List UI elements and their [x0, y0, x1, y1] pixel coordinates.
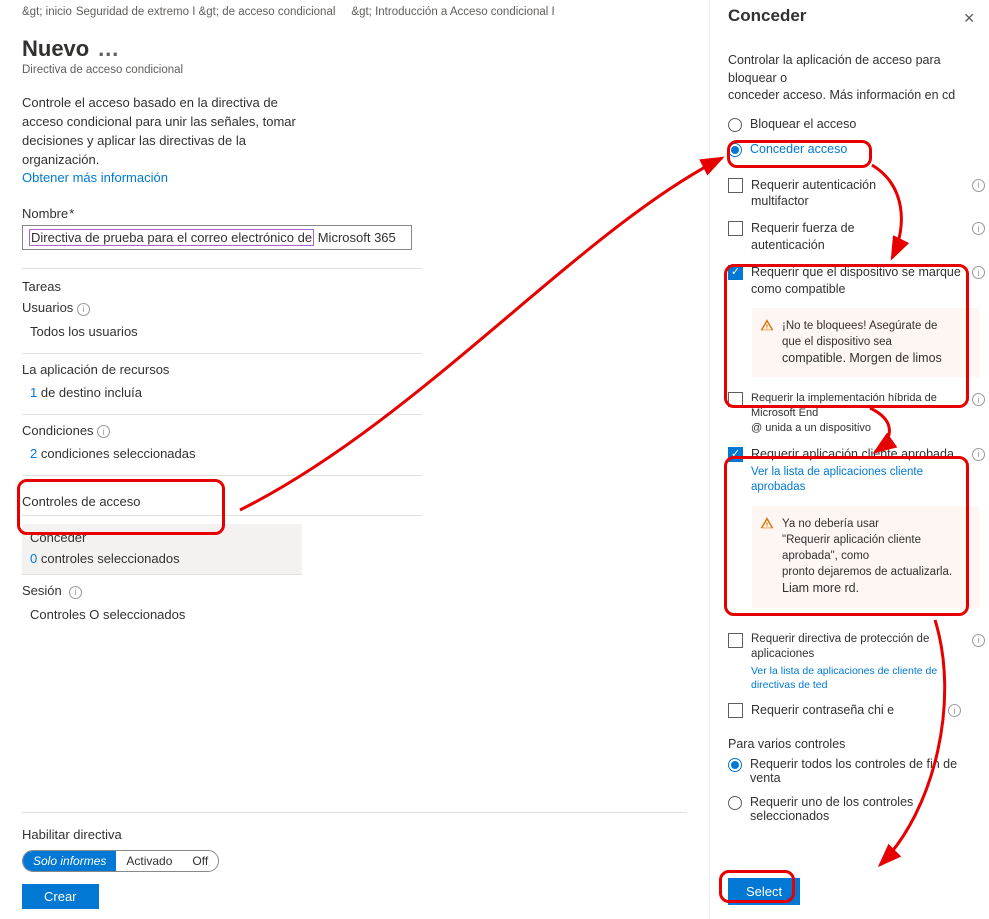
session-value[interactable]: Controles O seleccionados [22, 601, 687, 628]
breadcrumb-intro[interactable]: &gt; Introducción a Acceso condicional I [339, 6, 554, 18]
check-approved-client-app[interactable]: Requerir aplicación cliente aprobada Ver… [728, 446, 979, 496]
info-icon[interactable]: i [972, 222, 985, 235]
name-label: Nombre [22, 206, 687, 221]
info-icon[interactable]: i [972, 179, 985, 192]
info-icon[interactable]: i [97, 425, 110, 438]
check-mfa[interactable]: Requerir autenticaciónmultifactor i [728, 177, 979, 211]
multi-controls-label: Para varios controles [728, 737, 979, 751]
page-subtitle: Directiva de acceso condicional [22, 64, 687, 76]
grant-panel: ✕ Conceder Controlar la aplicación de ac… [709, 0, 989, 919]
toggle-on[interactable]: Activado [116, 851, 182, 871]
check-app-protection[interactable]: Requerir directiva de protección de apli… [728, 632, 979, 692]
info-icon[interactable]: i [77, 303, 90, 316]
select-button[interactable]: Select [728, 878, 800, 905]
info-icon[interactable]: i [69, 586, 82, 599]
info-icon[interactable]: i [972, 448, 985, 461]
radio-grant-access[interactable]: Conceder acceso [728, 142, 979, 157]
toggle-off[interactable]: Off [182, 851, 218, 871]
info-icon[interactable]: i [972, 634, 985, 647]
apps-value[interactable]: 1 de destino incluía [22, 379, 687, 406]
create-button[interactable]: Crear [22, 884, 99, 909]
radio-icon[interactable] [728, 758, 742, 772]
warning-approved-app: Ya no debería usar "Requerir aplicación … [752, 506, 979, 608]
conditions-label[interactable]: Condiciones i [22, 423, 687, 439]
info-icon[interactable]: i [972, 393, 985, 406]
grant-panel-title: Conceder [728, 6, 979, 26]
approved-apps-link[interactable]: Ver la lista de aplicaciones cliente apr… [751, 465, 979, 496]
warning-icon [760, 318, 774, 337]
checkbox-icon[interactable] [728, 703, 743, 718]
radio-require-one[interactable]: Requerir uno de los controles selecciona… [728, 795, 979, 823]
warning-icon [760, 516, 774, 535]
check-auth-strength[interactable]: Requerir fuerza deautenticación i [728, 220, 979, 254]
checkbox-icon[interactable] [728, 221, 743, 236]
main-panel: &gt; inicio Seguridad de extremo I &gt; … [0, 0, 709, 919]
learn-more-link[interactable]: Obtener más información [22, 170, 168, 185]
checkbox-icon[interactable] [728, 392, 743, 407]
enable-policy-label: Habilitar directiva [22, 827, 687, 842]
info-icon[interactable]: i [972, 266, 985, 279]
check-compliant-device[interactable]: Requerir que el dispositivo se marquecom… [728, 264, 979, 298]
apps-label[interactable]: La aplicación de recursos [22, 362, 687, 377]
checkbox-icon[interactable] [728, 265, 743, 280]
grant-block[interactable]: Conceder 0 controles seleccionados [22, 524, 302, 574]
protection-apps-link[interactable]: Ver la lista de aplicaciones de cliente … [751, 664, 979, 692]
bottom-bar: Habilitar directiva Solo informes Activa… [22, 812, 687, 909]
page-title: Nuevo… [22, 36, 687, 62]
check-hybrid-joined[interactable]: Requerir la implementación híbrida de Mi… [728, 391, 979, 436]
policy-name-input[interactable]: Directiva de prueba para el correo elect… [22, 225, 412, 250]
grant-label: Conceder [30, 530, 294, 545]
warning-compliant: ¡No te bloquees! Asegúrate de que el dis… [752, 308, 979, 378]
checkbox-icon[interactable] [728, 178, 743, 193]
breadcrumb-home[interactable]: &gt; inicio [22, 6, 72, 18]
section-access-controls: Controles de acceso [22, 494, 687, 509]
intro-text: Controle el acceso basado en la directiv… [22, 94, 302, 188]
close-icon[interactable]: ✕ [963, 10, 975, 27]
checkbox-icon[interactable] [728, 633, 743, 648]
enable-toggle[interactable]: Solo informes Activado Off [22, 850, 219, 872]
radio-icon[interactable] [728, 118, 742, 132]
users-label[interactable]: Usuarios i [22, 300, 687, 316]
radio-icon[interactable] [728, 143, 742, 157]
check-password-change[interactable]: Requerir contraseña chi e i [728, 702, 979, 719]
users-value[interactable]: Todos los usuarios [22, 318, 687, 345]
radio-block-access[interactable]: Bloquear el acceso [728, 117, 979, 132]
conditions-value[interactable]: 2 condiciones seleccionadas [22, 440, 687, 467]
checkbox-icon[interactable] [728, 447, 743, 462]
breadcrumb: &gt; inicio Seguridad de extremo I &gt; … [22, 6, 687, 18]
toggle-report-only[interactable]: Solo informes [23, 851, 116, 871]
section-tareas: Tareas [22, 279, 687, 294]
radio-require-all[interactable]: Requerir todos los controles de fin de v… [728, 757, 979, 785]
session-label[interactable]: Sesión i [22, 583, 687, 599]
radio-icon[interactable] [728, 796, 742, 810]
more-icon[interactable]: … [89, 36, 119, 61]
breadcrumb-sec[interactable]: Seguridad de extremo I &gt; de acceso co… [76, 6, 336, 18]
grant-panel-intro: Controlar la aplicación de acceso para b… [728, 52, 979, 105]
